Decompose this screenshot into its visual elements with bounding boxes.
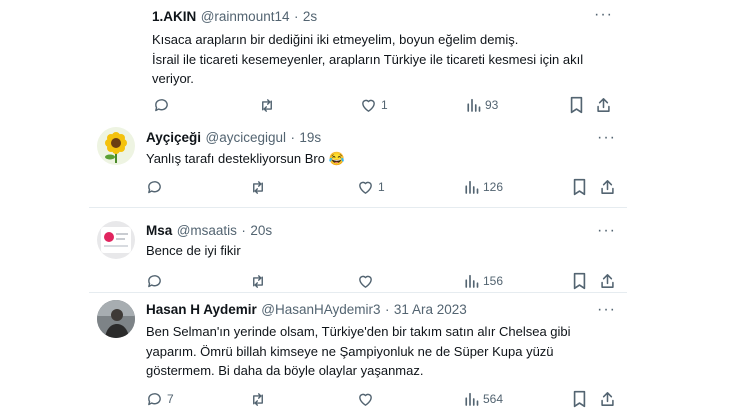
views-button[interactable]: 564: [464, 389, 503, 409]
heart-icon: [359, 275, 372, 288]
share-button[interactable]: [599, 271, 616, 291]
separator-dot: ·: [290, 130, 295, 145]
author-handle[interactable]: @HasanHAydemir3: [261, 302, 380, 317]
retweet-icon: [253, 392, 263, 406]
reply-icon: [155, 98, 168, 111]
reply-count: 7: [167, 392, 174, 406]
profile-photo-icon: [97, 300, 135, 338]
more-options-icon[interactable]: ···: [597, 223, 616, 239]
tweet-text-line: Ben Selman'ın yerinde olsam, Türkiye'den…: [146, 324, 571, 339]
reply-button[interactable]: 7: [146, 389, 174, 409]
bookmark-icon: [570, 96, 583, 114]
tweet-card[interactable]: Hasan H Aydemir @HasanHAydemir3 · 31 Ara…: [89, 293, 627, 420]
retweet-icon: [253, 274, 263, 288]
share-icon: [601, 180, 614, 194]
author-name[interactable]: Hasan H Aydemir: [146, 302, 257, 317]
timestamp[interactable]: 20s: [250, 223, 272, 238]
separator-dot: ·: [384, 302, 390, 317]
author-handle[interactable]: @msaatis: [177, 223, 237, 238]
bookmark-icon: [573, 178, 586, 196]
like-count: 1: [381, 98, 388, 112]
retweet-icon: [253, 180, 263, 194]
author-name[interactable]: 1.AKIN: [152, 9, 196, 24]
share-icon: [601, 392, 614, 406]
analytics-icon: [465, 180, 479, 194]
share-button[interactable]: [599, 389, 616, 409]
reply-button[interactable]: [146, 271, 167, 291]
share-button[interactable]: [599, 177, 616, 197]
like-button[interactable]: 1: [360, 95, 388, 115]
heart-icon: [359, 181, 372, 194]
tweet-text: Bence de iyi fikir: [146, 241, 616, 261]
timestamp[interactable]: 2s: [303, 9, 317, 24]
like-count: 1: [378, 180, 385, 194]
sunflower-avatar-icon: [105, 132, 127, 163]
author-name[interactable]: Ayçiçeği: [146, 130, 201, 145]
bookmark-button[interactable]: [569, 95, 584, 115]
tweet-text-line: veriyor.: [152, 71, 194, 86]
tweet-text-line: İsrail ile ticareti kesemeyenler, arapla…: [152, 51, 584, 67]
analytics-icon: [467, 98, 481, 112]
views-button[interactable]: 126: [464, 177, 503, 197]
tweet-card[interactable]: Ayçiçeği @aycicegigul · 19s ··· Yanlış t…: [89, 122, 627, 207]
reply-icon: [148, 274, 161, 287]
reply-button[interactable]: [146, 177, 167, 197]
tweet-card[interactable]: 1.AKIN @rainmount14 · 2s ··· Kısaca arap…: [100, 0, 620, 122]
more-options-icon[interactable]: ···: [594, 7, 613, 23]
profile-avatar-icon: [101, 227, 131, 253]
analytics-icon: [465, 392, 479, 406]
like-button[interactable]: [357, 389, 378, 409]
analytics-icon: [465, 274, 479, 288]
views-count: 93: [485, 98, 499, 112]
reply-icon: [148, 180, 161, 193]
retweet-icon: [262, 98, 272, 112]
retweet-button[interactable]: [249, 271, 271, 291]
views-button[interactable]: 93: [466, 95, 498, 115]
tweet-text-line: Bence de iyi fikir: [146, 243, 241, 258]
retweet-button[interactable]: [249, 177, 271, 197]
tweet-text: Yanlış tarafı destekliyorsun Bro 😂: [146, 149, 616, 169]
bookmark-button[interactable]: [572, 271, 587, 291]
tweet-text: Ben Selman'ın yerinde olsam, Türkiye'den…: [146, 322, 624, 381]
timestamp[interactable]: 31 Ara 2023: [394, 302, 467, 317]
heart-icon: [362, 99, 375, 112]
separator-dot: ·: [293, 9, 299, 24]
avatar[interactable]: [97, 300, 135, 338]
separator-dot: ·: [241, 223, 246, 238]
bookmark-icon: [573, 272, 586, 290]
tweet-card[interactable]: Msa @msaatis · 20s ··· Bence de iyi fiki…: [89, 208, 627, 292]
timestamp[interactable]: 19s: [299, 130, 321, 145]
share-icon: [597, 98, 610, 112]
tweet-text-line: yaparım. Ömrü billah kimseye ne Şampiyon…: [146, 343, 554, 359]
bookmark-button[interactable]: [572, 177, 587, 197]
tweet-text-line: göstermem. Bi daha da böyle olaylar yaşa…: [146, 363, 424, 378]
bookmark-button[interactable]: [572, 389, 587, 409]
heart-icon: [359, 393, 372, 406]
tweet-text: Kısaca arapların bir dediğini iki etmeye…: [152, 30, 612, 89]
more-options-icon[interactable]: ···: [597, 130, 616, 146]
like-button[interactable]: 1: [357, 177, 385, 197]
reply-button[interactable]: [153, 95, 174, 115]
tweet-text-line: Kısaca arapların bir dediğini iki etmeye…: [152, 32, 519, 47]
author-name[interactable]: Msa: [146, 223, 172, 238]
like-button[interactable]: [357, 271, 378, 291]
author-handle[interactable]: @aycicegigul: [205, 130, 286, 145]
retweet-button[interactable]: [258, 95, 280, 115]
share-button[interactable]: [595, 95, 612, 115]
bookmark-icon: [573, 390, 586, 408]
avatar[interactable]: [97, 127, 135, 165]
views-count: 126: [483, 180, 504, 194]
tweet-text-line: Yanlış tarafı destekliyorsun Bro 😂: [146, 151, 345, 166]
views-count: 156: [483, 274, 504, 288]
author-handle[interactable]: @rainmount14: [201, 9, 290, 24]
views-count: 564: [483, 392, 504, 406]
views-button[interactable]: 156: [464, 271, 503, 291]
more-options-icon[interactable]: ···: [597, 302, 616, 318]
share-icon: [601, 274, 614, 288]
retweet-button[interactable]: [249, 389, 271, 409]
avatar[interactable]: [97, 221, 135, 259]
reply-icon: [148, 392, 161, 405]
